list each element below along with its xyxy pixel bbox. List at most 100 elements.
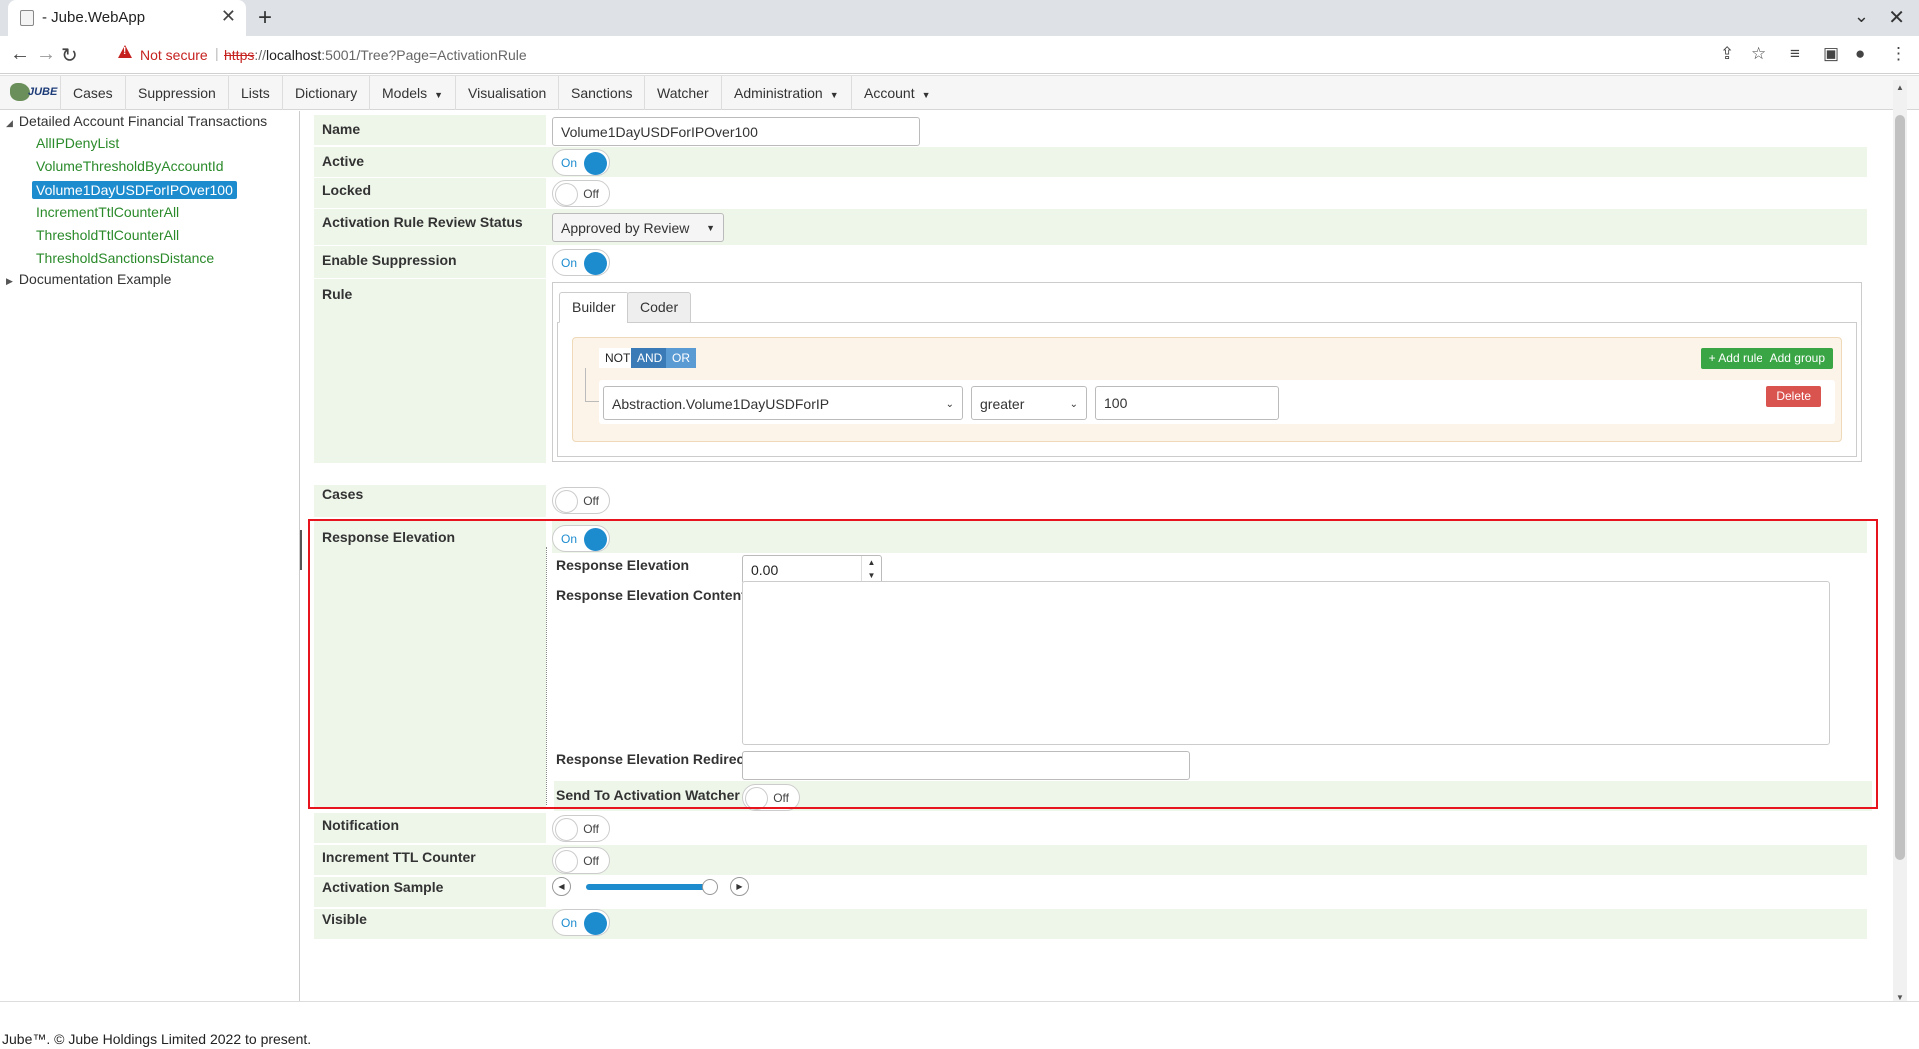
menu-suppression[interactable]: Suppression [125, 76, 228, 110]
toggle-text: Off [583, 822, 599, 836]
label-column [314, 279, 546, 463]
locked-toggle[interactable]: Off [552, 180, 610, 207]
reload-icon[interactable]: ↻ [61, 43, 78, 68]
review-status-select[interactable]: Approved by Review ▼ [552, 213, 724, 242]
tree-node-label: Detailed Account Financial Transactions [18, 113, 268, 129]
menu-models[interactable]: Models ▼ [369, 76, 455, 110]
name-label: Name [322, 121, 361, 137]
menu-cases[interactable]: Cases [60, 76, 125, 110]
review-status-value: Approved by Review [561, 220, 690, 236]
side-panel-icon[interactable]: ▣ [1823, 44, 1839, 64]
reading-list-icon[interactable]: ≡ [1790, 44, 1800, 64]
menu-lists[interactable]: Lists [228, 76, 282, 110]
chevron-down-icon: ▼ [706, 223, 715, 233]
menu-label: Watcher [657, 85, 709, 101]
rule-field-select[interactable]: Abstraction.Volume1DayUSDForIP ⌄ [603, 386, 963, 420]
menu-account[interactable]: Account ▼ [851, 76, 943, 110]
tree-collapsed-icon[interactable]: ▶ [6, 276, 13, 286]
menu-visualisation[interactable]: Visualisation [455, 76, 558, 110]
toggle-text: On [561, 256, 578, 270]
sidebar-splitter[interactable] [300, 530, 304, 570]
toggle-knob [555, 490, 578, 513]
share-icon[interactable]: ⇪ [1720, 44, 1734, 64]
increment-ttl-row: Increment TTL Counter Off [314, 845, 1867, 875]
name-input[interactable] [552, 117, 920, 146]
name-row: Name [314, 115, 1867, 146]
qb-and-button[interactable]: AND [631, 348, 669, 368]
slider-decrement-icon[interactable]: ◀ [552, 877, 571, 896]
page-scrollbar[interactable]: ▲ ▼ [1893, 80, 1907, 1005]
suppression-toggle[interactable]: On [552, 249, 610, 276]
slider-increment-icon[interactable]: ▶ [730, 877, 749, 896]
rule-value-input[interactable] [1095, 386, 1279, 420]
activation-sample-label: Activation Sample [322, 879, 444, 895]
query-builder-group: NOT AND OR + Add rule Add group Abstract… [572, 337, 1842, 442]
footer-text: Jube™. © Jube Holdings Limited 2022 to p… [2, 1031, 312, 1047]
visible-toggle[interactable]: On [552, 909, 610, 936]
window-close-icon[interactable]: ✕ [1888, 5, 1905, 30]
menu-label: Cases [73, 85, 113, 101]
browser-menu-icon[interactable]: ⋮ [1890, 44, 1907, 64]
review-status-label: Activation Rule Review Status [322, 214, 523, 230]
profile-avatar-icon[interactable]: ● [1855, 44, 1865, 64]
slider-track[interactable] [586, 879, 718, 895]
menu-label: Administration [734, 85, 823, 101]
menu-administration[interactable]: Administration ▼ [721, 76, 851, 110]
caret-down-icon: ▼ [434, 90, 444, 100]
tree-leaf-item[interactable]: IncrementTtlCounterAll [36, 204, 179, 220]
back-arrow-icon[interactable]: ← [10, 43, 30, 66]
menu-sanctions[interactable]: Sanctions [558, 76, 644, 110]
menu-watcher[interactable]: Watcher [644, 76, 721, 110]
qb-or-button[interactable]: OR [666, 348, 696, 368]
not-secure-label: Not secure [140, 47, 208, 63]
forward-arrow-icon[interactable]: → [36, 43, 56, 66]
add-rule-button[interactable]: + Add rule [1700, 348, 1771, 369]
locked-row: Locked Off [314, 178, 1867, 208]
tree-leaf-item[interactable]: AllIPDenyList [36, 135, 119, 151]
browser-tab[interactable]: - Jube.WebApp ✕ [8, 0, 246, 36]
warning-triangle-icon [118, 45, 132, 58]
scrollbar-thumb[interactable] [1895, 115, 1905, 860]
rule-operator-value: greater [980, 396, 1025, 412]
delete-rule-button[interactable]: Delete [1766, 386, 1821, 407]
url-host: localhost [266, 47, 322, 63]
tree-leaf-item[interactable]: ThresholdTtlCounterAll [36, 227, 179, 243]
tab-search-chevron-icon[interactable]: ⌄ [1854, 6, 1869, 27]
toggle-knob [555, 850, 578, 873]
tree-node-detailed-account[interactable]: ◢ Detailed Account Financial Transactions [6, 113, 267, 129]
builder-panel: NOT AND OR + Add rule Add group Abstract… [557, 323, 1857, 457]
slider-fill [586, 884, 710, 890]
tree-node-documentation-example[interactable]: ▶ Documentation Example [6, 271, 171, 287]
url-box[interactable]: Not secure | https://localhost:5001/Tree… [108, 40, 1808, 70]
close-tab-icon[interactable]: ✕ [221, 6, 236, 27]
new-tab-icon[interactable]: + [258, 4, 272, 32]
slider-thumb[interactable] [701, 879, 718, 895]
menu-label: Visualisation [468, 85, 547, 101]
tab-coder[interactable]: Coder [627, 292, 692, 323]
active-toggle[interactable]: On [552, 149, 610, 176]
suppression-label: Enable Suppression [322, 252, 457, 268]
tab-builder[interactable]: Builder [559, 292, 629, 323]
tree-leaf-item[interactable]: Volume1DayUSDForIPOver100 [32, 181, 237, 199]
tree-expanded-icon[interactable]: ◢ [6, 118, 13, 128]
rule-operator-select[interactable]: greater ⌄ [971, 386, 1087, 420]
toggle-knob [555, 818, 578, 841]
scroll-up-icon[interactable]: ▲ [1896, 83, 1904, 92]
bookmark-star-icon[interactable]: ☆ [1751, 44, 1766, 64]
add-group-button[interactable]: Add group [1761, 348, 1833, 369]
rule-tabs: Builder Coder [557, 287, 1857, 323]
url-text[interactable]: https://localhost:5001/Tree?Page=Activat… [224, 47, 527, 63]
menu-label: Account [864, 85, 915, 101]
activation-sample-slider[interactable]: ◀ ▶ [552, 877, 752, 897]
tree-sidebar: ◢ Detailed Account Financial Transactions… [0, 111, 300, 1001]
notification-toggle[interactable]: Off [552, 815, 610, 842]
cases-toggle[interactable]: Off [552, 487, 610, 514]
tree-leaf-item[interactable]: ThresholdSanctionsDistance [36, 250, 214, 266]
tree-leaf-item[interactable]: VolumeThresholdByAccountId [36, 158, 224, 174]
menu-dictionary[interactable]: Dictionary [282, 76, 369, 110]
increment-ttl-toggle[interactable]: Off [552, 847, 610, 874]
jube-logo[interactable]: JUBE [10, 82, 60, 104]
rule-row: Rule Builder Coder NOT AND OR + Add rule… [314, 279, 1867, 463]
activation-rule-form: Name Active On Locked Off Activation Rul… [308, 111, 1893, 1001]
suppression-row: Enable Suppression On [314, 246, 1867, 278]
